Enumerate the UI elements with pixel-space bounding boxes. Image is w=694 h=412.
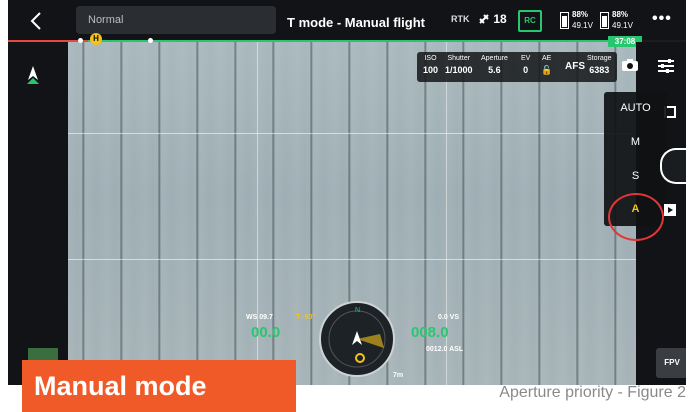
param-value: 6383 bbox=[589, 65, 610, 75]
vertical-speed: 0.0 VS bbox=[438, 314, 460, 321]
flight-status[interactable]: Normal bbox=[76, 6, 276, 34]
figure-caption: Aperture priority - Figure 2 bbox=[499, 384, 686, 401]
rc-signal[interactable]: RC bbox=[518, 10, 542, 32]
mode-banner: Manual mode bbox=[22, 360, 296, 412]
unlock-icon: 🔓 bbox=[541, 65, 553, 75]
ae-lock[interactable]: AE 🔓 bbox=[541, 55, 552, 76]
timeline-available bbox=[88, 40, 608, 42]
fpv-button[interactable]: FPV bbox=[656, 348, 686, 378]
sliders-icon bbox=[658, 59, 674, 73]
param-label: Shutter bbox=[447, 55, 471, 62]
param-label: Aperture bbox=[481, 55, 508, 62]
satellite-status[interactable]: 18 bbox=[478, 12, 507, 26]
battery-voltage: 49.1V bbox=[612, 21, 633, 30]
param-value: 0 bbox=[523, 65, 529, 75]
battery-icon bbox=[560, 12, 569, 29]
param-label: Storage bbox=[587, 55, 612, 62]
back-button[interactable] bbox=[26, 10, 48, 32]
annotation-circle bbox=[608, 193, 664, 241]
storage-param[interactable]: Storage 6383 bbox=[587, 55, 612, 75]
svg-text:N: N bbox=[355, 307, 360, 314]
rtk-status[interactable]: RTK bbox=[451, 14, 470, 24]
battery-fill bbox=[602, 16, 607, 27]
top-bar: Normal T mode - Manual flight RTK 18 RC … bbox=[8, 0, 686, 40]
satellite-count: 18 bbox=[493, 12, 507, 26]
compass-icon: N bbox=[319, 301, 395, 377]
page-title: T mode - Manual flight bbox=[287, 15, 425, 30]
param-label: AE bbox=[541, 55, 552, 62]
attitude-indicator: N bbox=[318, 300, 396, 378]
altitude: 008.0 bbox=[411, 324, 449, 341]
shutter-param[interactable]: Shutter 1/1000 bbox=[445, 55, 473, 75]
camera-params-panel[interactable]: ISO 100 Shutter 1/1000 Aperture 5.6 EV 0 AE 🔓… bbox=[417, 52, 617, 82]
aircraft-status-button[interactable] bbox=[18, 62, 48, 92]
param-label: EV bbox=[521, 55, 531, 62]
param-value: 100 bbox=[423, 65, 439, 75]
mode-item-auto[interactable]: AUTO bbox=[604, 102, 667, 114]
battery-voltage: 49.1V bbox=[572, 21, 593, 30]
home-marker: H bbox=[90, 33, 102, 45]
mode-item-manual[interactable]: M bbox=[604, 136, 667, 148]
battery-icon bbox=[600, 12, 609, 29]
timeline-dot bbox=[148, 38, 153, 43]
more-dots-icon[interactable]: ••• bbox=[652, 10, 672, 28]
battery-percent: 88% bbox=[572, 10, 589, 19]
satellite-icon bbox=[479, 14, 489, 24]
battery-1[interactable]: 88% 49.1V bbox=[560, 10, 602, 32]
wind-speed: WS 09.7 bbox=[246, 314, 273, 321]
mode-item-shutter-priority[interactable]: S bbox=[604, 170, 667, 182]
horizontal-speed: 00.0 bbox=[251, 324, 281, 341]
focus-mode[interactable]: AFS bbox=[565, 61, 585, 72]
shutter-button[interactable] bbox=[660, 148, 686, 184]
chevron-left-icon bbox=[30, 12, 41, 30]
camera-settings-button[interactable] bbox=[657, 58, 675, 74]
param-value: 1/1000 bbox=[445, 65, 473, 75]
ev-param[interactable]: EV 0 bbox=[521, 55, 530, 75]
altitude-asl: 0012.0 ASL bbox=[426, 346, 464, 353]
param-value: 5.6 bbox=[488, 65, 501, 75]
battery-fill bbox=[562, 16, 567, 27]
camera-icon bbox=[622, 59, 638, 71]
grid-line bbox=[68, 133, 636, 134]
left-rail bbox=[8, 42, 68, 385]
battery-2[interactable]: 88% 49.1V bbox=[600, 10, 642, 32]
gimbal-tilt: T -90° bbox=[296, 314, 316, 321]
camera-mode-button[interactable] bbox=[622, 58, 638, 71]
battery-percent: 88% bbox=[612, 10, 629, 19]
status-text: Normal bbox=[88, 14, 124, 26]
timeline-dot bbox=[78, 38, 83, 43]
aperture-param[interactable]: Aperture 5.6 bbox=[481, 55, 508, 75]
app-screen: Normal T mode - Manual flight RTK 18 RC … bbox=[8, 0, 686, 385]
grid-line bbox=[68, 259, 636, 260]
iso-param[interactable]: ISO 100 bbox=[423, 55, 438, 75]
param-label: ISO bbox=[424, 55, 437, 62]
playback-icon[interactable] bbox=[664, 204, 676, 216]
aircraft-icon bbox=[27, 66, 39, 84]
